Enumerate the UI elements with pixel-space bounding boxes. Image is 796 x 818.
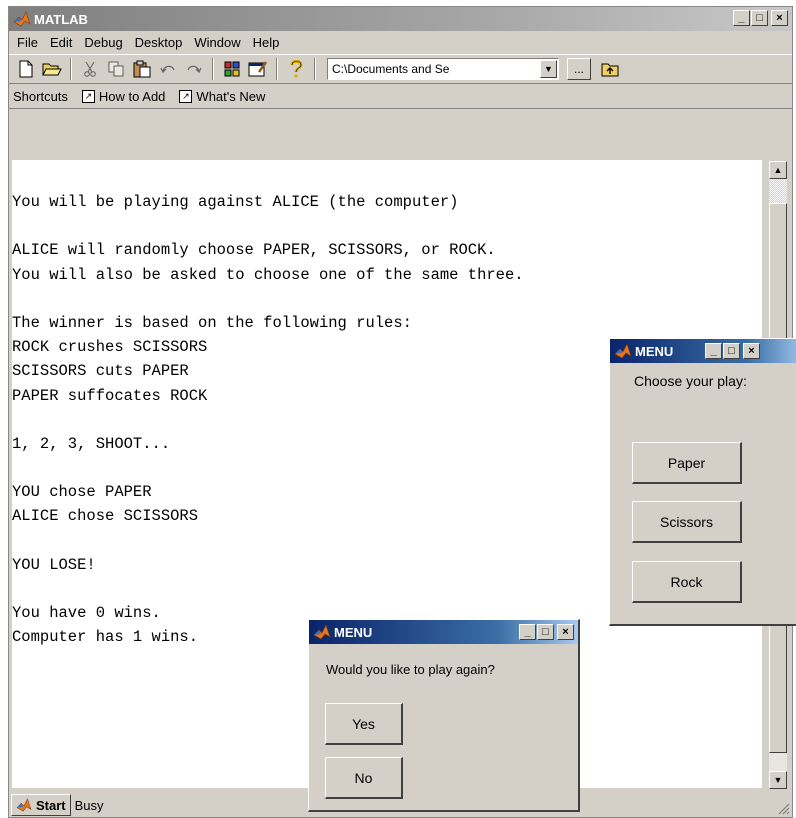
help-button[interactable] [283, 57, 309, 81]
close-button[interactable]: × [557, 624, 574, 640]
start-label: Start [36, 797, 66, 813]
open-file-button[interactable] [39, 57, 65, 81]
maximize-button[interactable]: □ [537, 624, 554, 640]
shortcut-how-to-add[interactable]: ↗ How to Add [81, 89, 166, 104]
shortcuts-bar: Shortcuts ↗ How to Add ↗ What's New [9, 85, 792, 109]
browse-directory-button[interactable]: ... [567, 58, 591, 80]
play-dialog-title: MENU [635, 343, 674, 359]
paper-button[interactable]: Paper [632, 442, 742, 484]
current-directory-value: C:\Documents and Se [332, 62, 450, 76]
current-directory-combo[interactable]: C:\Documents and Se ▼ [327, 58, 559, 80]
minimize-button[interactable]: _ [519, 624, 536, 640]
start-button[interactable]: Start [11, 794, 71, 816]
scissors-button[interactable]: Scissors [632, 501, 742, 543]
chevron-down-icon[interactable]: ▼ [540, 60, 557, 78]
open-folder-icon [42, 63, 62, 76]
simulink-button[interactable] [219, 57, 245, 81]
again-dialog-controls: _ □ × [518, 624, 574, 640]
paste-icon [133, 60, 151, 78]
resize-grip-icon[interactable] [776, 801, 790, 815]
redo-icon [187, 65, 202, 74]
new-file-button[interactable] [13, 57, 39, 81]
close-button[interactable]: × [771, 10, 788, 26]
cut-icon [84, 61, 96, 77]
matlab-logo-icon [313, 624, 331, 640]
menu-desktop[interactable]: Desktop [129, 35, 189, 50]
help-icon [290, 59, 303, 78]
undo-icon [160, 65, 175, 74]
main-titlebar[interactable]: MATLAB _ □ × [9, 7, 792, 31]
shortcut-label: How to Add [98, 89, 166, 104]
again-dialog-prompt: Would you like to play again? [326, 662, 495, 677]
shortcut-whats-new[interactable]: ↗ What's New [179, 89, 265, 104]
redo-button[interactable] [181, 57, 207, 81]
shortcut-arrow-icon: ↗ [81, 90, 95, 103]
cut-button[interactable] [77, 57, 103, 81]
menu-help[interactable]: Help [247, 35, 286, 50]
main-window-controls: _ □ × [732, 10, 788, 26]
command-output-line: ALICE will randomly choose PAPER, SCISSO… [12, 241, 496, 260]
maximize-button[interactable]: □ [751, 10, 768, 26]
shortcuts-label[interactable]: Shortcuts [13, 89, 68, 104]
play-dialog-titlebar[interactable]: MENU _ □ × [610, 339, 796, 363]
toolbar-separator [70, 58, 72, 80]
command-output-line: You will also be asked to choose one of … [12, 265, 524, 284]
minimize-button[interactable]: _ [705, 343, 722, 359]
copy-button[interactable] [103, 57, 129, 81]
shortcut-label: What's New [196, 89, 266, 104]
close-button[interactable]: × [743, 343, 760, 359]
up-folder-icon [601, 63, 619, 77]
toolbar-separator [314, 58, 316, 80]
scroll-track[interactable] [769, 179, 787, 203]
menu-debug[interactable]: Debug [78, 35, 128, 50]
command-output-line [12, 287, 762, 311]
again-dialog-title: MENU [334, 624, 373, 640]
paste-button[interactable] [129, 57, 155, 81]
guide-icon [248, 61, 268, 77]
maximize-button[interactable]: □ [723, 343, 740, 359]
matlab-logo-icon [16, 798, 32, 812]
yes-button[interactable]: Yes [325, 703, 403, 745]
menu-file[interactable]: File [11, 35, 44, 50]
play-again-dialog: MENU _ □ × Would you like to play again?… [308, 619, 580, 812]
main-window-title: MATLAB [34, 11, 88, 27]
command-output-line: The winner is based on the following rul… [12, 313, 412, 332]
guide-button[interactable] [245, 57, 271, 81]
rock-button[interactable]: Rock [632, 561, 742, 603]
minimize-button[interactable]: _ [733, 10, 750, 26]
scroll-up-button[interactable]: ▲ [769, 161, 787, 179]
menu-window[interactable]: Window [188, 35, 246, 50]
command-output-line [12, 214, 762, 238]
toolbar: C:\Documents and Se ▼ ... [9, 54, 792, 84]
menubar: File Edit Debug Desktop Window Help [9, 31, 792, 53]
play-dialog-controls: _ □ × [704, 343, 760, 359]
shortcut-arrow-icon: ↗ [179, 90, 193, 103]
matlab-logo-icon [614, 343, 632, 359]
scroll-down-button[interactable]: ▼ [769, 771, 787, 789]
status-text: Busy [74, 797, 104, 813]
toolbar-separator [276, 58, 278, 80]
matlab-logo-icon [13, 11, 31, 27]
toolbar-separator [212, 58, 214, 80]
undo-button[interactable] [155, 57, 181, 81]
new-file-icon [19, 60, 33, 78]
copy-icon [108, 61, 124, 77]
command-output-line: You will be playing against ALICE (the c… [12, 193, 459, 211]
play-dialog-prompt: Choose your play: [634, 373, 747, 389]
play-choice-dialog: MENU _ □ × Choose your play: Paper Sciss… [609, 338, 796, 626]
parent-directory-button[interactable] [597, 57, 623, 81]
again-dialog-titlebar[interactable]: MENU _ □ × [309, 620, 578, 644]
menu-edit[interactable]: Edit [44, 35, 78, 50]
simulink-icon [224, 61, 240, 77]
no-button[interactable]: No [325, 757, 403, 799]
